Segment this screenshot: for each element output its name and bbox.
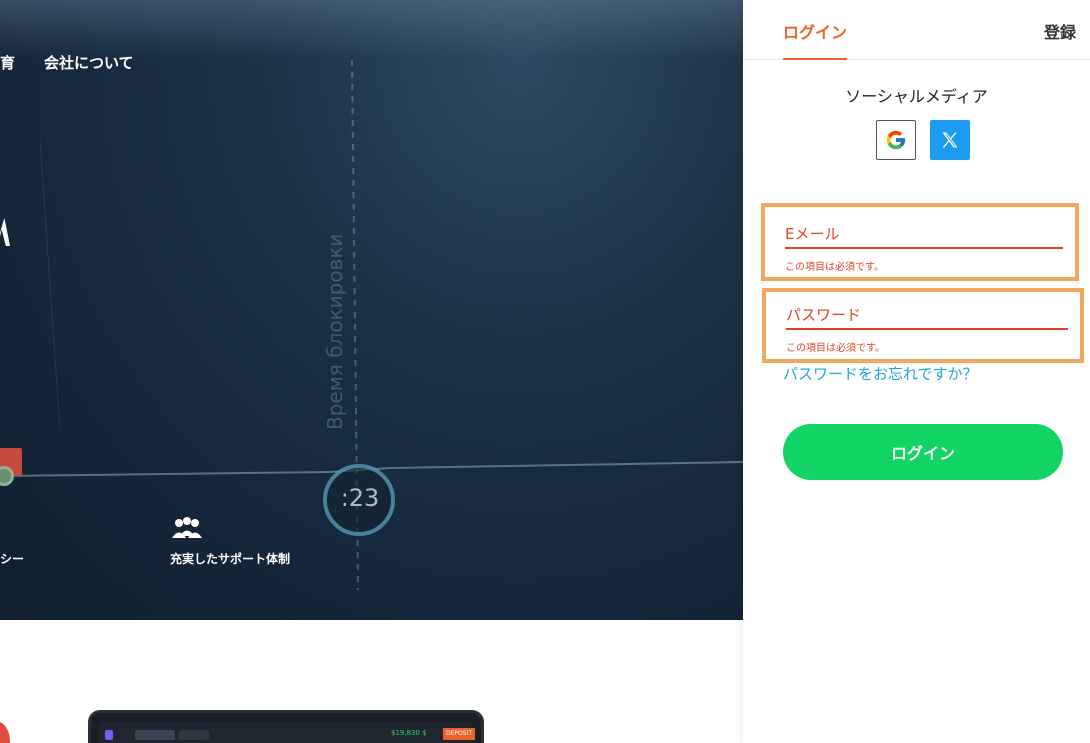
social-media-title: ソーシャルメディア	[845, 87, 988, 106]
google-login-button[interactable]	[876, 120, 916, 160]
x-login-button[interactable]	[930, 120, 970, 160]
forgot-password-link[interactable]: パスワードをお忘れですか？	[783, 363, 978, 384]
auth-tabs: ログイン 登録	[743, 0, 1090, 60]
password-error-message: この項目は必須です。	[786, 343, 885, 354]
password-field-highlight: パスワード この項目は必須です。	[762, 288, 1084, 363]
device-asset-2	[179, 730, 209, 740]
hero-chart-graphic: Время блокировки	[0, 59, 743, 591]
feature-item-partial: シー	[0, 552, 25, 566]
nav-item-education[interactable]: 育	[0, 52, 15, 73]
background-hero: Время блокировки :23 育 会社について シー 充実したサポー…	[0, 0, 743, 620]
google-icon	[886, 130, 906, 150]
device-balance: $19,830 $	[391, 729, 427, 737]
x-icon	[942, 132, 958, 148]
support-team-icon	[172, 517, 202, 538]
tab-register[interactable]: 登録	[1044, 19, 1076, 43]
email-underline	[785, 247, 1063, 249]
svg-text:Время блокировки: Время блокировки	[323, 234, 347, 430]
platform-device-preview: $19,830 $ DEPOSIT	[88, 710, 484, 743]
nav-item-about-company[interactable]: 会社について	[44, 52, 134, 73]
tab-login[interactable]: ログイン	[783, 19, 847, 43]
email-field[interactable]: Eメール	[785, 223, 839, 244]
login-submit-button[interactable]: ログイン	[783, 424, 1063, 480]
email-field-highlight: Eメール この項目は必須です。	[761, 203, 1079, 281]
device-deposit-button: DEPOSIT	[443, 728, 475, 740]
device-asset	[135, 730, 175, 740]
device-screen: $19,830 $ DEPOSIT	[99, 721, 475, 743]
password-field[interactable]: パスワード	[786, 304, 861, 325]
auth-panel: ログイン 登録 ソーシャルメディア Eメール この項目は必須です。 パスワード …	[743, 0, 1090, 743]
active-tab-indicator	[783, 58, 847, 60]
email-error-message: この項目は必須です。	[785, 262, 884, 273]
password-underline	[786, 328, 1068, 330]
device-logo-icon	[105, 730, 113, 740]
feature-support: 充実したサポート体制	[170, 552, 291, 566]
countdown-timer: :23	[340, 484, 380, 512]
